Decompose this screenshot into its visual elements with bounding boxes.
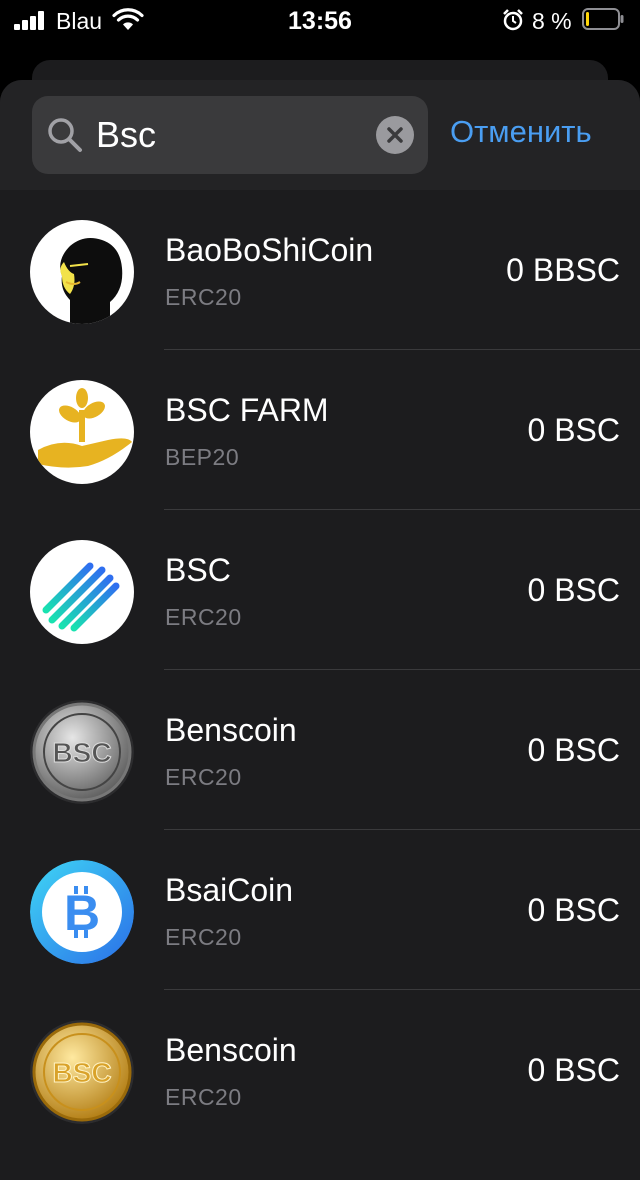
token-name: Benscoin xyxy=(165,1032,297,1068)
token-balance: 0 BBSC xyxy=(506,252,620,288)
svg-text:BSC: BSC xyxy=(52,737,111,768)
token-row[interactable]: BSC FARM BEP20 0 BSC xyxy=(0,350,640,510)
battery-percent: 8 % xyxy=(532,8,572,34)
bsaicoin-icon: B xyxy=(30,860,134,964)
bsc-farm-icon xyxy=(30,380,134,484)
token-row[interactable]: BaoBoShiCoin ERC20 0 BBSC xyxy=(0,190,640,350)
token-row[interactable]: B BsaiCoin ERC20 0 BSC xyxy=(0,830,640,990)
token-name: BsaiCoin xyxy=(165,872,294,908)
search-icon xyxy=(48,118,82,152)
status-bar: Blau 13:56 8 % xyxy=(0,0,640,42)
token-balance: 0 BSC xyxy=(527,412,620,448)
baoboshicoin-icon xyxy=(30,220,134,324)
token-standard: ERC20 xyxy=(165,924,242,950)
clear-search-button[interactable] xyxy=(376,116,414,154)
bsc-icon xyxy=(30,540,134,644)
token-standard: BEP20 xyxy=(165,444,240,470)
token-row[interactable]: BSC ERC20 0 BSC xyxy=(0,510,640,670)
token-standard: ERC20 xyxy=(165,1084,242,1110)
token-row[interactable]: BSC Benscoin ERC20 0 BSC xyxy=(0,990,640,1150)
token-row[interactable]: BSC Benscoin ERC20 0 BSC xyxy=(0,670,640,830)
svg-text:BSC: BSC xyxy=(52,1057,111,1088)
token-standard: ERC20 xyxy=(165,604,242,630)
benscoin-silver-icon: BSC xyxy=(30,700,134,804)
token-list: BaoBoShiCoin ERC20 0 BBSC BSC FARM BEP20… xyxy=(0,190,640,1150)
cancel-button[interactable]: Отменить xyxy=(450,114,592,150)
token-standard: ERC20 xyxy=(165,764,242,790)
search-header: Отменить xyxy=(0,80,640,190)
token-name: BSC FARM xyxy=(165,392,329,428)
token-name: Benscoin xyxy=(165,712,297,748)
token-balance: 0 BSC xyxy=(527,1052,620,1088)
close-icon xyxy=(387,127,403,143)
token-standard: ERC20 xyxy=(165,284,242,310)
alarm-clock-icon xyxy=(503,9,523,31)
token-balance: 0 BSC xyxy=(527,892,620,928)
token-name: BaoBoShiCoin xyxy=(165,232,374,268)
token-name: BSC xyxy=(165,552,231,588)
token-balance: 0 BSC xyxy=(527,572,620,608)
token-search-sheet: Отменить BaoBoShiCoin ERC20 0 BBSC xyxy=(0,80,640,1180)
search-field[interactable] xyxy=(32,96,428,174)
benscoin-gold-icon: BSC xyxy=(30,1020,134,1124)
battery-icon xyxy=(582,8,624,30)
search-input[interactable] xyxy=(96,110,366,160)
token-balance: 0 BSC xyxy=(527,732,620,768)
svg-text:B: B xyxy=(64,885,100,941)
